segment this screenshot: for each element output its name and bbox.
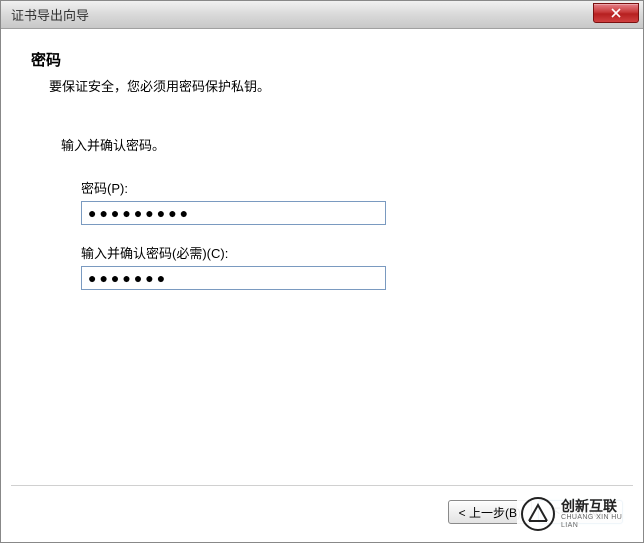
password-label: 密码(P): bbox=[81, 178, 613, 197]
page-subheading: 要保证安全，您必须用密码保护私钥。 bbox=[49, 76, 613, 95]
page-heading: 密码 bbox=[31, 49, 613, 70]
close-icon bbox=[611, 8, 621, 18]
page-prompt: 输入并确认密码。 bbox=[61, 135, 613, 154]
password-field-group: 密码(P): bbox=[81, 178, 613, 225]
confirm-password-label: 输入并确认密码(必需)(C): bbox=[81, 243, 613, 262]
password-input[interactable] bbox=[81, 201, 386, 225]
confirm-password-field-group: 输入并确认密码(必需)(C): bbox=[81, 243, 613, 290]
wizard-content: 密码 要保证安全，您必须用密码保护私钥。 输入并确认密码。 密码(P): 输入并… bbox=[1, 29, 643, 290]
watermark: 创新互联 CHUANG XIN HU LIAN bbox=[517, 492, 637, 536]
footer-separator bbox=[11, 485, 633, 486]
window-title: 证书导出向导 bbox=[11, 5, 89, 24]
confirm-password-input[interactable] bbox=[81, 266, 386, 290]
watermark-logo-icon bbox=[521, 497, 555, 531]
watermark-en: CHUANG XIN HU LIAN bbox=[561, 514, 637, 529]
titlebar: 证书导出向导 bbox=[1, 1, 643, 29]
watermark-text: 创新互联 CHUANG XIN HU LIAN bbox=[561, 499, 637, 530]
watermark-cn: 创新互联 bbox=[561, 499, 637, 514]
close-button[interactable] bbox=[593, 3, 639, 23]
wizard-window: 证书导出向导 密码 要保证安全，您必须用密码保护私钥。 输入并确认密码。 密码(… bbox=[0, 0, 644, 543]
